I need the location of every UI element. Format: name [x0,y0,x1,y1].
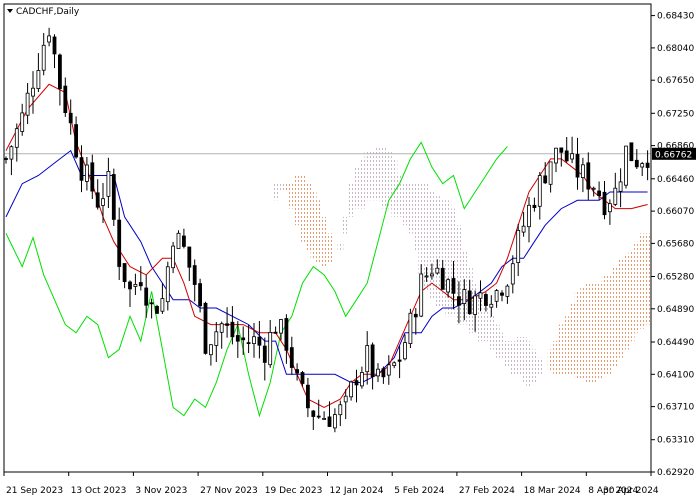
cloud-segment [564,316,570,375]
cloud-segment [353,167,360,209]
cloud-segment [520,336,527,383]
cloud-segment [644,233,651,325]
candle [155,304,159,314]
cloud-segment [445,200,452,317]
cloud-segment [537,357,543,375]
x-tick-label: 5 Feb 2024 [394,486,445,496]
y-tick-label: 0.64490 [657,338,694,348]
y-tick-label: 0.64100 [657,370,694,380]
candle [629,142,634,162]
cloud-segment [591,283,597,383]
cloud-segment [607,274,613,375]
cloud-segment [342,216,349,234]
cloud-segment [531,349,538,383]
y-tick-label: 0.63710 [657,403,694,413]
cloud-segment [499,332,506,358]
x-tick-label: 12 Jan 2024 [330,486,384,496]
chart: 0.68430 0.68040 0.67650 0.67250 0.66860 0.664… [0,0,700,500]
x-tick-label: 30 Apr 2024 [603,486,659,496]
cloud-segment [299,175,306,242]
chart-canvas: 0.684300.680400.676500.672500.668600.664… [0,0,700,500]
y-tick-label: 0.67650 [657,76,694,86]
cloud-segment [396,175,403,217]
y-tick-label: 0.68040 [657,44,694,54]
cloud-segment [558,324,565,375]
cloud-segment [504,341,511,366]
y-tick-label: 0.66070 [657,207,694,217]
cloud-segment [369,150,376,201]
cloud-segment [488,316,495,350]
cloud-segment [375,146,382,201]
x-tick-label: 3 Nov 2023 [135,486,187,496]
x-tick-label: 27 Nov 2023 [200,486,258,496]
cloud-segment [434,196,441,308]
y-tick-label: 0.68430 [657,12,694,22]
cloud-segment [515,336,522,375]
cloud-segment [326,233,333,263]
y-tick-label: 0.64890 [657,305,694,315]
candle [176,230,181,249]
candle [624,145,628,189]
x-tick-label: 13 Oct 2023 [71,486,127,496]
symbol-label: CADCHF,Daily [16,7,80,17]
x-tick-label: 19 Dec 2023 [265,486,323,496]
cloud-segment [305,183,312,251]
cloud-segment [332,258,338,259]
x-tick-label: 27 Feb 2024 [459,486,515,496]
candle [408,308,413,348]
cloud-segment [316,200,322,263]
y-axis: 0.684300.680400.676500.672500.668600.664… [651,12,694,478]
cloud-segment [337,241,344,251]
cloud-segment [526,341,533,387]
cloud-segment [542,365,549,367]
cloud-segment [601,274,608,375]
cloud-segment [569,303,576,375]
cloud-segment [359,158,365,209]
cloud-segment [364,150,371,201]
cloud-segment [612,266,619,366]
cloud-segment [574,291,581,379]
cloud-segment [407,183,414,234]
cloud-segment [321,216,328,267]
current-price-badge: 0.66762 [652,147,696,160]
y-tick-label: 0.62920 [657,468,694,478]
y-tick-label: 0.66460 [657,175,694,185]
x-tick-label: 18 Mar 2024 [524,486,581,496]
cloud-segment [283,183,290,193]
x-tick-label: 21 Sep 2023 [6,486,63,496]
cloud-segment [639,233,646,329]
cloud-segment [413,183,419,251]
cloud-segment [278,183,285,193]
cloud-segment [617,258,624,358]
current-price-label: 0.66762 [655,150,692,160]
cloud-segment [348,183,355,217]
y-tick-label: 0.63310 [657,436,694,446]
y-tick-label: 0.65280 [657,273,694,283]
cloud-segment [289,183,295,209]
cloud-segment [553,341,560,375]
cloud-segment [380,146,387,209]
cloud-segment [310,192,317,259]
cloud-segment [402,183,409,226]
cloud-segment [634,241,640,333]
y-tick-label: 0.67250 [657,109,694,119]
y-tick-label: 0.65680 [657,239,694,249]
candle [203,301,208,355]
candle [111,168,116,226]
cloud-segment [623,254,630,350]
cloud-segment [294,175,301,226]
cloud-segment [418,183,425,275]
cloud-segment [628,250,635,342]
cloud-segment [493,324,500,358]
cloud-segment [580,287,586,379]
cloud-segment [585,283,592,383]
cloud-segment [272,183,279,201]
cloud-segment [510,341,516,375]
cloud-segment [547,349,554,371]
cloud-segment [596,283,603,379]
chart-background [0,0,700,500]
symbol-header: CADCHF,Daily [7,7,80,17]
